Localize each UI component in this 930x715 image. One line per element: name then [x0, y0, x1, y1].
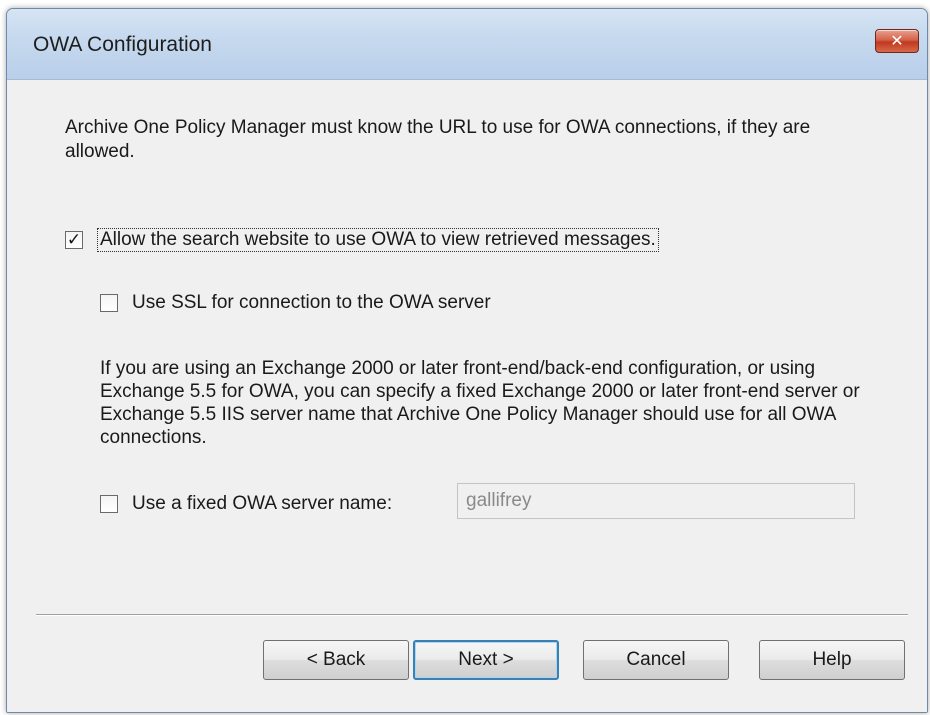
allow-owa-checkbox[interactable]: ✓ — [65, 231, 83, 249]
title-bar[interactable]: OWA Configuration ✕ — [7, 9, 927, 80]
owa-configuration-dialog: OWA Configuration ✕ Archive One Policy M… — [6, 8, 928, 713]
cancel-button[interactable]: Cancel — [583, 640, 729, 680]
close-icon: ✕ — [890, 33, 904, 50]
back-button[interactable]: < Back — [263, 640, 409, 680]
use-ssl-option[interactable]: Use SSL for connection to the OWA server — [100, 292, 491, 314]
dialog-body: Archive One Policy Manager must know the… — [7, 80, 927, 712]
fixed-server-checkbox[interactable] — [100, 495, 118, 513]
fixed-server-option[interactable]: Use a fixed OWA server name: — [100, 493, 392, 515]
use-ssl-checkbox[interactable] — [100, 294, 118, 312]
close-button[interactable]: ✕ — [875, 29, 919, 53]
window-title: OWA Configuration — [33, 33, 212, 56]
server-name-input[interactable] — [457, 483, 855, 519]
help-button[interactable]: Help — [759, 640, 905, 680]
use-ssl-label[interactable]: Use SSL for connection to the OWA server — [132, 292, 491, 314]
intro-text: Archive One Policy Manager must know the… — [65, 117, 811, 162]
allow-owa-label[interactable]: Allow the search website to use OWA to v… — [97, 228, 659, 252]
fixed-server-label[interactable]: Use a fixed OWA server name: — [132, 493, 392, 515]
allow-owa-option[interactable]: ✓ Allow the search website to use OWA to… — [65, 228, 659, 252]
next-button[interactable]: Next > — [413, 640, 559, 680]
exchange-description: If you are using an Exchange 2000 or lat… — [100, 358, 860, 448]
separator — [36, 614, 908, 616]
